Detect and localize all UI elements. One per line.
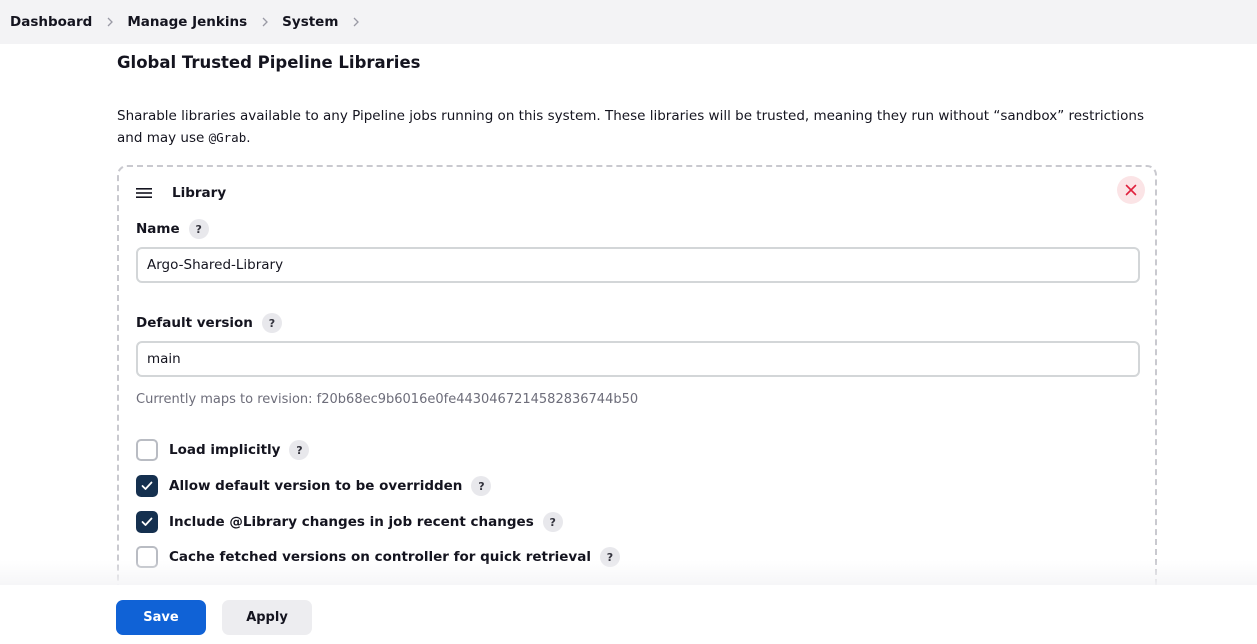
default-version-label-row: Default version ? [136, 313, 282, 333]
revision-hint: Currently maps to revision: f20b68ec9b60… [136, 392, 639, 407]
library-header: Library [136, 183, 226, 203]
default-version-help-icon[interactable]: ? [261, 313, 282, 333]
include-changes-help-icon[interactable]: ? [542, 512, 563, 532]
name-label: Name [136, 221, 180, 237]
name-help-icon[interactable]: ? [188, 219, 209, 239]
chevron-right-icon [92, 17, 127, 27]
load-implicitly-help-icon[interactable]: ? [289, 440, 310, 460]
default-version-label: Default version [136, 315, 253, 331]
allow-override-label[interactable]: Allow default version to be overridden [169, 478, 462, 494]
description-code: @Grab [208, 130, 247, 145]
allow-override-option: Allow default version to be overridden ? [136, 475, 492, 497]
breadcrumb: Dashboard Manage Jenkins System [0, 0, 1257, 44]
name-label-row: Name ? [136, 219, 209, 239]
description-end: . [246, 130, 251, 146]
include-changes-label[interactable]: Include @Library changes in job recent c… [169, 514, 534, 530]
library-title: Library [172, 185, 227, 201]
allow-override-checkbox[interactable] [136, 475, 158, 497]
breadcrumb-manage-jenkins[interactable]: Manage Jenkins [127, 14, 247, 30]
allow-override-help-icon[interactable]: ? [471, 476, 492, 496]
checkmark-icon [141, 517, 153, 526]
breadcrumb-dashboard[interactable]: Dashboard [10, 14, 92, 30]
include-changes-checkbox[interactable] [136, 511, 158, 533]
section-description: Sharable libraries available to any Pipe… [117, 106, 1157, 149]
save-button[interactable]: Save [116, 600, 206, 635]
apply-button[interactable]: Apply [222, 600, 312, 635]
bottom-action-bar: Save Apply [0, 585, 1257, 644]
load-implicitly-option: Load implicitly ? [136, 439, 310, 461]
default-version-input[interactable] [136, 341, 1140, 377]
close-icon [1125, 184, 1137, 196]
chevron-right-icon[interactable] [338, 17, 373, 27]
include-changes-option: Include @Library changes in job recent c… [136, 511, 563, 533]
name-input[interactable] [136, 247, 1140, 283]
load-implicitly-label[interactable]: Load implicitly [169, 442, 280, 458]
breadcrumb-system[interactable]: System [282, 14, 338, 30]
chevron-right-icon [247, 17, 282, 27]
delete-library-button[interactable] [1117, 176, 1145, 204]
description-text: Sharable libraries available to any Pipe… [117, 108, 1144, 146]
drag-handle-icon[interactable] [136, 186, 154, 200]
checkmark-icon [141, 481, 153, 490]
bottom-bar-shadow [0, 560, 1257, 585]
library-card: Library Name ? Default version ? Current… [117, 165, 1157, 605]
section-title: Global Trusted Pipeline Libraries [117, 53, 421, 72]
load-implicitly-checkbox[interactable] [136, 439, 158, 461]
